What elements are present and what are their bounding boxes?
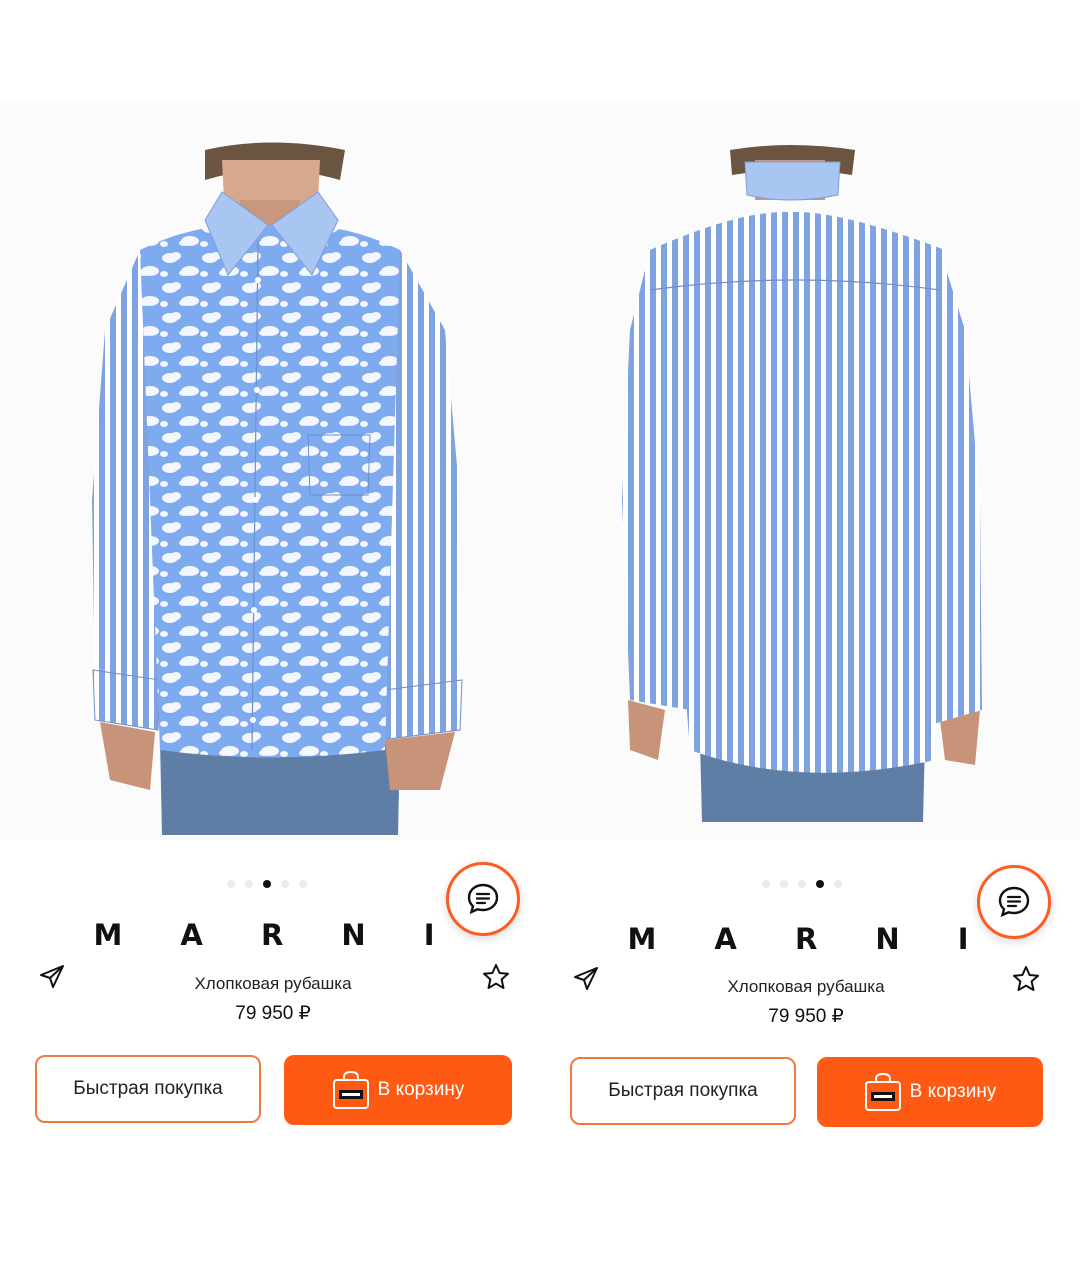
shopping-bag-icon [864,1072,901,1111]
carousel-dot[interactable] [281,880,289,888]
shirt-back-image [622,145,982,822]
carousel-dot-active[interactable] [816,880,824,888]
product-price: 79 950 ₽ [235,1003,311,1024]
carousel-dot[interactable] [798,880,806,888]
carousel-dot-active[interactable] [263,880,271,888]
shirt-front-image [92,142,463,835]
carousel-dots[interactable] [762,880,842,888]
add-to-cart-button[interactable]: В корзину [817,1057,1043,1127]
product-photo-back[interactable] [540,100,1080,840]
product-title: Хлопковая рубашка [194,974,352,993]
chat-bubble-icon [998,886,1030,918]
quick-buy-label: Быстрая покупка [73,1078,223,1099]
product-title: Хлопковая рубашка [727,977,885,996]
carousel-dot[interactable] [834,880,842,888]
add-to-cart-button[interactable]: В корзину [284,1055,512,1125]
product-photo-front[interactable] [0,100,540,840]
chat-bubble-icon [467,883,499,915]
quick-buy-button[interactable]: Быстрая покупка [570,1057,796,1125]
add-to-cart-label: В корзину [377,1079,465,1100]
shopping-bag-icon [332,1070,369,1109]
quick-buy-label: Быстрая покупка [608,1080,758,1101]
carousel-dot[interactable] [245,880,253,888]
carousel-dot[interactable] [780,880,788,888]
carousel-dot[interactable] [227,880,235,888]
add-to-cart-label: В корзину [909,1081,997,1102]
carousel-dot[interactable] [762,880,770,888]
product-card-back: M A R N I Хлопковая рубашка 79 950 ₽ Быс… [540,0,1080,1280]
brand-name[interactable]: M A R N I [0,918,546,952]
carousel-dots[interactable] [227,880,307,888]
carousel-dot[interactable] [299,880,307,888]
quick-buy-button[interactable]: Быстрая покупка [35,1055,261,1123]
product-price: 79 950 ₽ [768,1006,844,1027]
product-card-front: M A R N I Хлопковая рубашка 79 950 ₽ Быс… [0,0,540,1280]
brand-name[interactable]: M A R N I [528,922,1080,956]
